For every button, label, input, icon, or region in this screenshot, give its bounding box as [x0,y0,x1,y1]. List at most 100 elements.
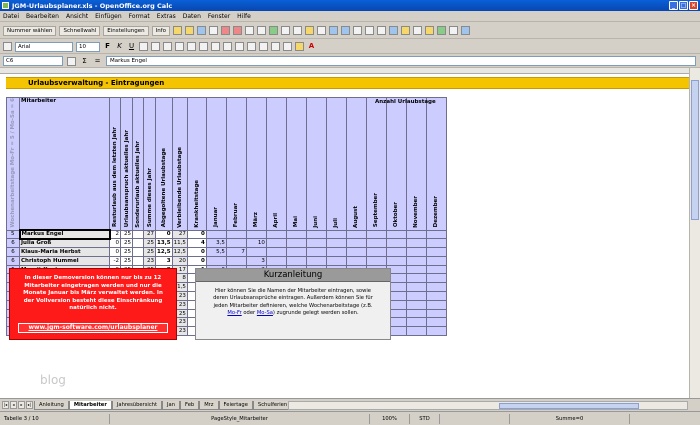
cell-sonder[interactable] [132,255,144,266]
cell-sonder[interactable] [132,247,144,257]
merge-cells-icon[interactable] [187,42,196,51]
cell-month-empty[interactable] [305,255,327,266]
cell-month-empty[interactable] [385,247,407,257]
menu-ansicht[interactable]: Ansicht [66,13,88,20]
header-month-8[interactable]: September [365,97,387,231]
cell-verb[interactable]: 11,5 [171,238,188,249]
cell-ansp[interactable]: 25 [120,247,133,257]
cell-month-empty[interactable] [405,255,427,266]
new-document-icon[interactable] [173,26,182,35]
minimize-button[interactable]: _ [669,1,678,10]
sort-ascending-icon[interactable] [365,26,374,35]
cell-month-empty[interactable] [305,247,327,257]
cell-month-empty[interactable] [405,282,427,293]
format-paintbrush-icon[interactable] [317,26,326,35]
first-sheet-icon[interactable]: |◂ [2,401,9,409]
cell-month-empty[interactable] [405,273,427,284]
align-left-icon[interactable] [139,42,148,51]
menu-datei[interactable]: Datei [3,13,19,20]
header-month-11[interactable]: Dezember [425,97,447,231]
cell-sonder[interactable] [132,229,144,240]
sheet-tab-0[interactable]: Anleitung [34,400,69,410]
cell-month-empty[interactable] [425,317,447,328]
chart-icon[interactable] [389,26,398,35]
website-link[interactable]: www.jgm-software.com/urlaubsplaner [18,323,168,333]
cell-name[interactable]: Markus Engel [18,229,111,240]
cell-w[interactable]: 6 [6,247,20,257]
prev-sheet-icon[interactable]: ◂ [10,401,17,409]
header-wochenarbeitstage[interactable]: Wochenarbeitstage Mo-Fr = 5 / Mo-Sa = 6 [6,97,20,231]
sheet-tab-4[interactable]: Feb [180,400,200,410]
einstellungen-button[interactable]: Einstellungen [103,25,149,36]
align-center-icon[interactable] [151,42,160,51]
cell-month-empty[interactable] [345,238,367,249]
underline-button[interactable]: U [127,42,136,51]
font-name-select[interactable]: Arial [15,41,73,52]
borders-icon[interactable] [283,42,292,51]
close-button[interactable]: × [689,1,698,10]
header-month-0[interactable]: Januar [205,97,227,231]
function-icon[interactable]: = [93,57,102,66]
paste-icon[interactable] [305,26,314,35]
cell-summe[interactable]: 25 [143,238,156,249]
cell-month-empty[interactable] [405,317,427,328]
email-icon[interactable] [209,26,218,35]
cell-feb[interactable]: 7 [225,247,247,257]
sheet-tab-7[interactable]: Schulferien [252,400,293,410]
sheet-tab-6[interactable]: Feiertage [218,400,253,410]
align-right-icon[interactable] [163,42,172,51]
cut-icon[interactable] [281,26,290,35]
export-pdf-icon[interactable] [233,26,242,35]
cell-month-empty[interactable] [425,299,447,310]
formula-input[interactable]: Markus Engel [106,56,696,66]
cell-month-empty[interactable] [305,238,327,249]
cell-rest[interactable]: -2 [109,255,121,266]
cell-month-empty[interactable] [405,326,427,337]
header-col-2[interactable]: Sonderurlaub aktuelles Jahr [132,97,144,231]
cell-abg[interactable]: 13,5 [155,238,173,249]
copy-icon[interactable] [293,26,302,35]
vertical-scrollbar[interactable] [689,68,700,398]
page-preview-icon[interactable] [257,26,266,35]
sheet-tab-1[interactable]: Mitarbeiter [68,400,112,410]
cell-month-empty[interactable] [405,229,427,240]
header-mitarbeiter[interactable]: Mitarbeiter [19,97,110,231]
decrease-indent-icon[interactable] [259,42,268,51]
cell-month-empty[interactable] [425,308,447,319]
cell-sonder[interactable] [132,238,144,249]
gallery-icon[interactable] [437,26,446,35]
cell-krank[interactable]: 4 [186,238,207,249]
header-col-4[interactable]: Abgegoltene Urlaubstage [155,97,173,231]
cell-month-empty[interactable] [265,238,287,249]
function-wizard-icon[interactable] [67,56,76,66]
zoom-level[interactable]: 100% [370,413,410,424]
menu-bearbeiten[interactable]: Bearbeiten [26,13,59,20]
add-decimal-icon[interactable] [235,42,244,51]
cell-month-empty[interactable] [425,247,447,257]
cell-feb[interactable] [225,238,247,249]
menu-fenster[interactable]: Fenster [208,13,230,20]
cell-month-empty[interactable] [425,326,447,337]
cell-month-empty[interactable] [365,247,387,257]
header-month-1[interactable]: Februar [225,97,247,231]
header-month-4[interactable]: Mai [285,97,307,231]
cell-month-empty[interactable] [325,247,347,257]
cell-verb[interactable]: 27 [171,229,188,240]
header-month-5[interactable]: Juni [305,97,327,231]
bold-button[interactable]: F [103,42,112,51]
cell-month-empty[interactable] [425,282,447,293]
cell-month-empty[interactable] [365,255,387,266]
cell-w[interactable]: 5 [6,229,20,240]
cell-summe[interactable]: 25 [143,247,156,257]
italic-button[interactable]: K [115,42,124,51]
zoom-icon[interactable] [449,26,458,35]
header-col-5[interactable]: Verbleibende Urlaubstage [171,97,188,231]
header-col-3[interactable]: Summe dieses Jahr [143,97,156,231]
cell-rest[interactable]: 2 [109,229,121,240]
insert-mode[interactable]: STD [410,413,440,424]
cell-month-empty[interactable] [425,273,447,284]
cell-w[interactable]: 6 [6,238,20,249]
cell-month-empty[interactable] [365,229,387,240]
cell-abg[interactable]: 3 [155,255,173,266]
cell-month-empty[interactable] [285,255,307,266]
